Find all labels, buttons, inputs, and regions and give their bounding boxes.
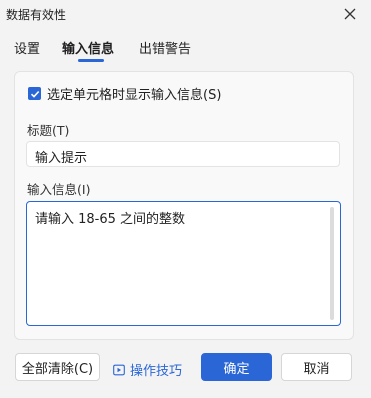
show-input-message-checkbox[interactable]: 选定单元格时显示输入信息(S) bbox=[28, 84, 221, 103]
tab-error-alert[interactable]: 出错警告 bbox=[139, 38, 191, 57]
tips-label: 操作技巧 bbox=[130, 364, 183, 379]
tips-link[interactable]: 操作技巧 bbox=[113, 360, 182, 379]
cancel-button[interactable]: 取消 bbox=[281, 353, 352, 381]
input-message-panel: 选定单元格时显示输入信息(S) 标题(T) 输入提示 输入信息(I) 请输入 1… bbox=[14, 71, 354, 340]
close-icon[interactable] bbox=[339, 3, 361, 25]
play-tip-icon bbox=[113, 364, 125, 376]
tab-settings[interactable]: 设置 bbox=[14, 38, 40, 57]
message-label: 输入信息(I) bbox=[27, 182, 91, 197]
tab-input-message[interactable]: 输入信息 bbox=[62, 38, 114, 57]
active-tab-indicator bbox=[78, 59, 104, 62]
ok-button[interactable]: 确定 bbox=[201, 353, 272, 381]
textarea-scrollbar[interactable] bbox=[330, 207, 334, 320]
title-label: 标题(T) bbox=[27, 123, 70, 138]
clear-all-button[interactable]: 全部清除(C) bbox=[15, 353, 100, 381]
message-textarea[interactable]: 请输入 18-65 之间的整数 bbox=[26, 201, 341, 326]
checkbox-checked-icon[interactable] bbox=[28, 87, 41, 100]
window-title: 数据有效性 bbox=[6, 8, 67, 22]
tab-bar: 设置 输入信息 出错警告 bbox=[0, 34, 371, 62]
window-titlebar: 数据有效性 bbox=[0, 0, 371, 28]
message-text: 请输入 18-65 之间的整数 bbox=[35, 212, 186, 227]
checkbox-label: 选定单元格时显示输入信息(S) bbox=[47, 88, 222, 103]
title-input[interactable]: 输入提示 bbox=[26, 141, 340, 167]
